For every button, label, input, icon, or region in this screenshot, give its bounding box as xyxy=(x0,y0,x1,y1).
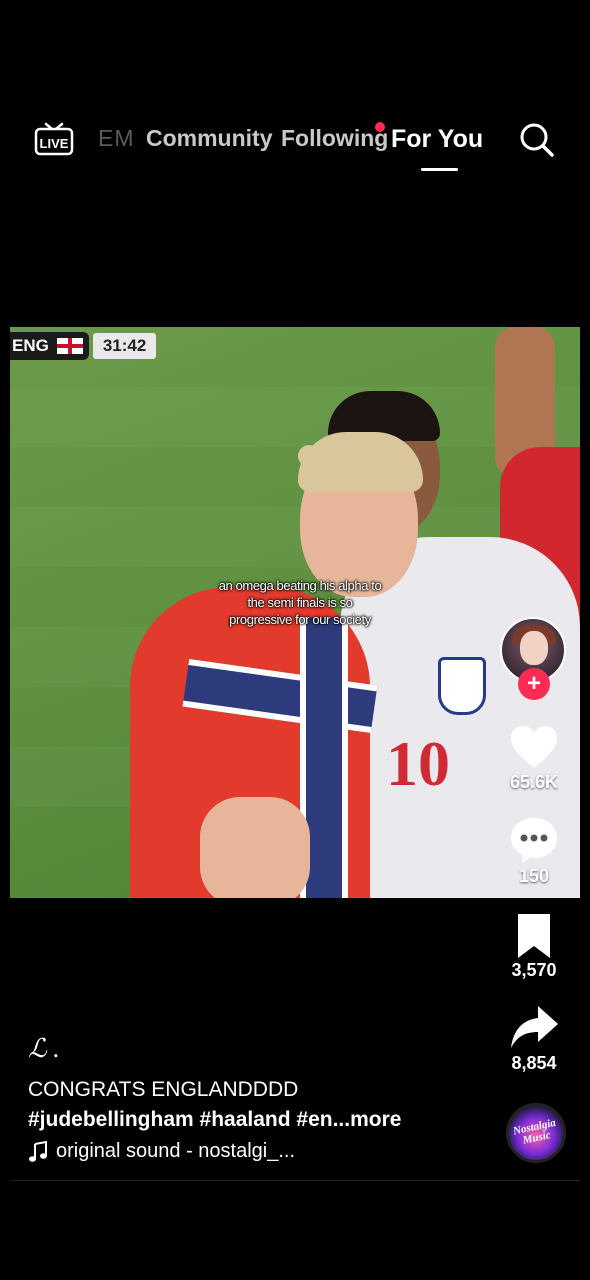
shirt-number: 10 xyxy=(386,728,450,799)
crest-icon xyxy=(438,657,486,715)
like-count: 65.6K xyxy=(509,772,559,792)
notification-dot xyxy=(375,122,385,132)
tab-community[interactable]: Community xyxy=(146,125,273,152)
player-arm xyxy=(200,797,310,898)
scoreboard: ENG 31:42 xyxy=(10,332,157,360)
heart-icon[interactable] xyxy=(508,722,560,774)
follow-button[interactable]: + xyxy=(518,668,550,700)
svg-text:LIVE: LIVE xyxy=(40,136,69,151)
bookmark-icon[interactable] xyxy=(508,910,560,962)
search-icon[interactable] xyxy=(519,122,555,158)
description-text: CONGRATS ENGLANDDDD xyxy=(28,1078,299,1101)
music-disc[interactable]: Nostalgia Music xyxy=(506,1103,566,1163)
comment-count: 150 xyxy=(518,866,550,886)
save-count: 3,570 xyxy=(511,960,557,980)
video-caption: an omega beating his alpha to the semi f… xyxy=(218,578,382,627)
share-icon[interactable] xyxy=(508,1002,560,1054)
match-clock: 31:42 xyxy=(92,333,157,359)
active-tab-indicator xyxy=(421,168,458,171)
more-link[interactable]: ...more xyxy=(333,1108,402,1131)
tab-em[interactable]: EM xyxy=(98,125,135,152)
tab-for-you[interactable]: For You xyxy=(391,125,483,154)
sound-link[interactable]: original sound - nostalgi_... xyxy=(28,1140,295,1163)
player-hair xyxy=(298,445,320,467)
score-team: ENG xyxy=(10,332,89,360)
music-note-icon xyxy=(29,1140,47,1162)
comment-icon[interactable] xyxy=(508,814,560,866)
divider xyxy=(10,1180,580,1181)
share-count: 8,854 xyxy=(511,1053,557,1073)
disc-label: Nostalgia Music xyxy=(512,1116,558,1147)
post-description[interactable]: CONGRATS ENGLANDDDD #judebellingham #haa… xyxy=(28,1075,488,1135)
hashtags[interactable]: #judebellingham #haaland #en xyxy=(28,1108,333,1131)
avatar-face xyxy=(520,631,548,665)
top-navigation: LIVE EM Community Following For You xyxy=(0,110,590,171)
tab-following[interactable]: Following xyxy=(281,125,388,152)
england-flag-icon xyxy=(56,338,83,354)
live-icon[interactable]: LIVE xyxy=(34,122,74,156)
video-player[interactable]: 10 ENG 31:42 an omega beating his alpha … xyxy=(10,327,580,898)
team-code: ENG xyxy=(12,336,49,355)
sound-name: original sound - nostalgi_... xyxy=(56,1140,296,1162)
creator-username[interactable]: ℒ . xyxy=(28,1034,60,1064)
